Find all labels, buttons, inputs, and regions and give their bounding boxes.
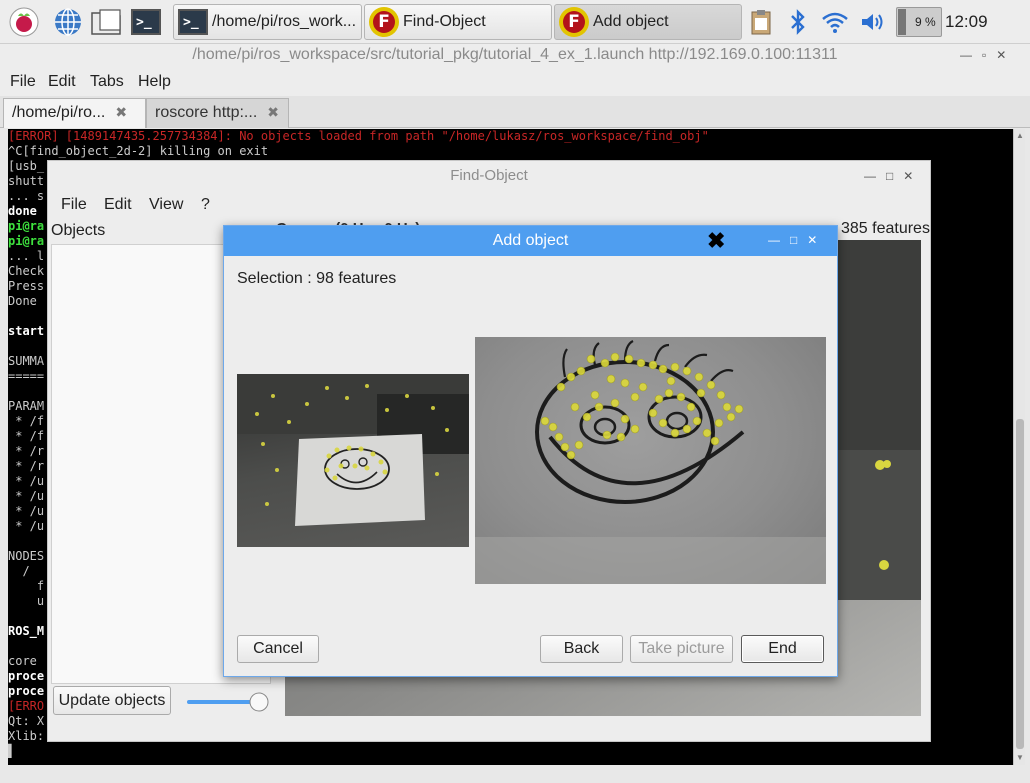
close-icon[interactable]: ✕ bbox=[996, 48, 1016, 62]
terminal-title: /home/pi/ros_workspace/src/tutorial_pkg/… bbox=[0, 44, 1030, 68]
fo-menu-help[interactable]: ? bbox=[201, 196, 210, 214]
add-object-title: Add object bbox=[224, 226, 837, 256]
terminal-icon: >_ bbox=[178, 7, 208, 37]
back-button[interactable]: Back bbox=[540, 635, 623, 663]
bluetooth-icon[interactable] bbox=[782, 6, 814, 38]
tab-close-icon[interactable]: ✖ bbox=[115, 104, 127, 120]
dialog-window-controls[interactable]: —□✕ bbox=[768, 233, 827, 247]
terminal-tabbar: /home/pi/ro... ✖ roscore http:... ✖ bbox=[0, 96, 1030, 128]
terminal-window-controls[interactable]: —▫✕ bbox=[960, 48, 1016, 62]
taskbar: >_ >_ /home/pi/ros_work... F Find-Object… bbox=[0, 0, 1030, 44]
find-object-icon: F bbox=[369, 7, 399, 37]
menu-tabs[interactable]: Tabs bbox=[90, 73, 124, 91]
take-picture-button: Take picture bbox=[630, 635, 733, 663]
captured-scene-image[interactable] bbox=[237, 374, 469, 547]
feature-point bbox=[883, 460, 891, 468]
objects-label: Objects bbox=[51, 222, 106, 239]
menu-help[interactable]: Help bbox=[138, 73, 171, 91]
update-objects-button[interactable]: Update objects bbox=[53, 686, 171, 715]
close-icon[interactable]: ✕ bbox=[807, 233, 827, 247]
maximize-icon[interactable]: □ bbox=[886, 169, 903, 183]
fo-menu-edit[interactable]: Edit bbox=[104, 196, 132, 214]
menu-file[interactable]: File bbox=[10, 73, 36, 91]
task-add-object[interactable]: F Add object bbox=[554, 4, 742, 40]
selected-object-image[interactable] bbox=[475, 337, 826, 584]
battery-indicator[interactable]: 9 % bbox=[896, 7, 942, 37]
end-button[interactable]: End bbox=[741, 635, 824, 663]
scroll-up-icon[interactable]: ▲ bbox=[1016, 131, 1024, 140]
add-object-dialog: Add object ✖ —□✕ Selection : 98 features bbox=[223, 225, 838, 677]
minimize-icon[interactable]: — bbox=[864, 169, 886, 183]
task-terminal[interactable]: >_ /home/pi/ros_work... bbox=[173, 4, 362, 40]
find-object-icon: F bbox=[559, 7, 589, 37]
terminal-line: [ERROR] [1489147435.257734384]: No objec… bbox=[8, 129, 709, 143]
feature-point bbox=[879, 560, 889, 570]
web-browser-icon[interactable] bbox=[52, 6, 84, 38]
minimize-icon[interactable]: — bbox=[960, 48, 982, 62]
terminal-line: ^C[find_object_2d-2] killing on exit bbox=[8, 144, 269, 158]
tab-terminal-2[interactable]: roscore http:... ✖ bbox=[146, 98, 289, 128]
battery-percent: 9 % bbox=[915, 15, 936, 29]
mouse-cursor-icon: ✖ bbox=[707, 228, 726, 253]
find-object-title: Find-Object bbox=[450, 167, 528, 184]
fo-menu-file[interactable]: File bbox=[61, 196, 87, 214]
terminal-menubar: File Edit Tabs Help bbox=[0, 68, 1030, 96]
close-icon[interactable]: ✕ bbox=[903, 169, 923, 183]
find-object-window-controls[interactable]: —□✕ bbox=[864, 169, 923, 183]
terminal-launcher-icon[interactable]: >_ bbox=[130, 6, 162, 38]
wifi-icon[interactable] bbox=[819, 6, 851, 38]
clipboard-icon[interactable] bbox=[745, 6, 777, 38]
terminal-scrollbar[interactable]: ▲ ▼ bbox=[1013, 129, 1025, 765]
file-manager-icon[interactable] bbox=[90, 6, 122, 38]
selection-info: Selection : 98 features bbox=[237, 270, 397, 287]
menu-edit[interactable]: Edit bbox=[48, 73, 76, 91]
battery-fill bbox=[898, 9, 906, 35]
clock[interactable]: 12:09 bbox=[945, 12, 988, 32]
raspberry-menu-icon[interactable] bbox=[8, 6, 40, 38]
cancel-button[interactable]: Cancel bbox=[237, 635, 319, 663]
task-find-object[interactable]: F Find-Object bbox=[364, 4, 552, 40]
minimize-icon[interactable]: — bbox=[768, 233, 790, 247]
maximize-icon[interactable]: □ bbox=[790, 233, 807, 247]
tab-terminal-1[interactable]: /home/pi/ro... ✖ bbox=[3, 98, 146, 128]
maximize-icon[interactable]: ▫ bbox=[982, 48, 996, 62]
fo-menu-view[interactable]: View bbox=[149, 196, 183, 214]
tab-close-icon[interactable]: ✖ bbox=[267, 104, 279, 120]
threshold-slider[interactable] bbox=[187, 692, 269, 712]
features-count: 385 features bbox=[841, 220, 930, 237]
scroll-down-icon[interactable]: ▼ bbox=[1016, 753, 1024, 762]
scrollbar-thumb[interactable] bbox=[1016, 419, 1024, 749]
terminal-line: ▌ bbox=[8, 744, 16, 758]
volume-icon[interactable] bbox=[857, 6, 889, 38]
